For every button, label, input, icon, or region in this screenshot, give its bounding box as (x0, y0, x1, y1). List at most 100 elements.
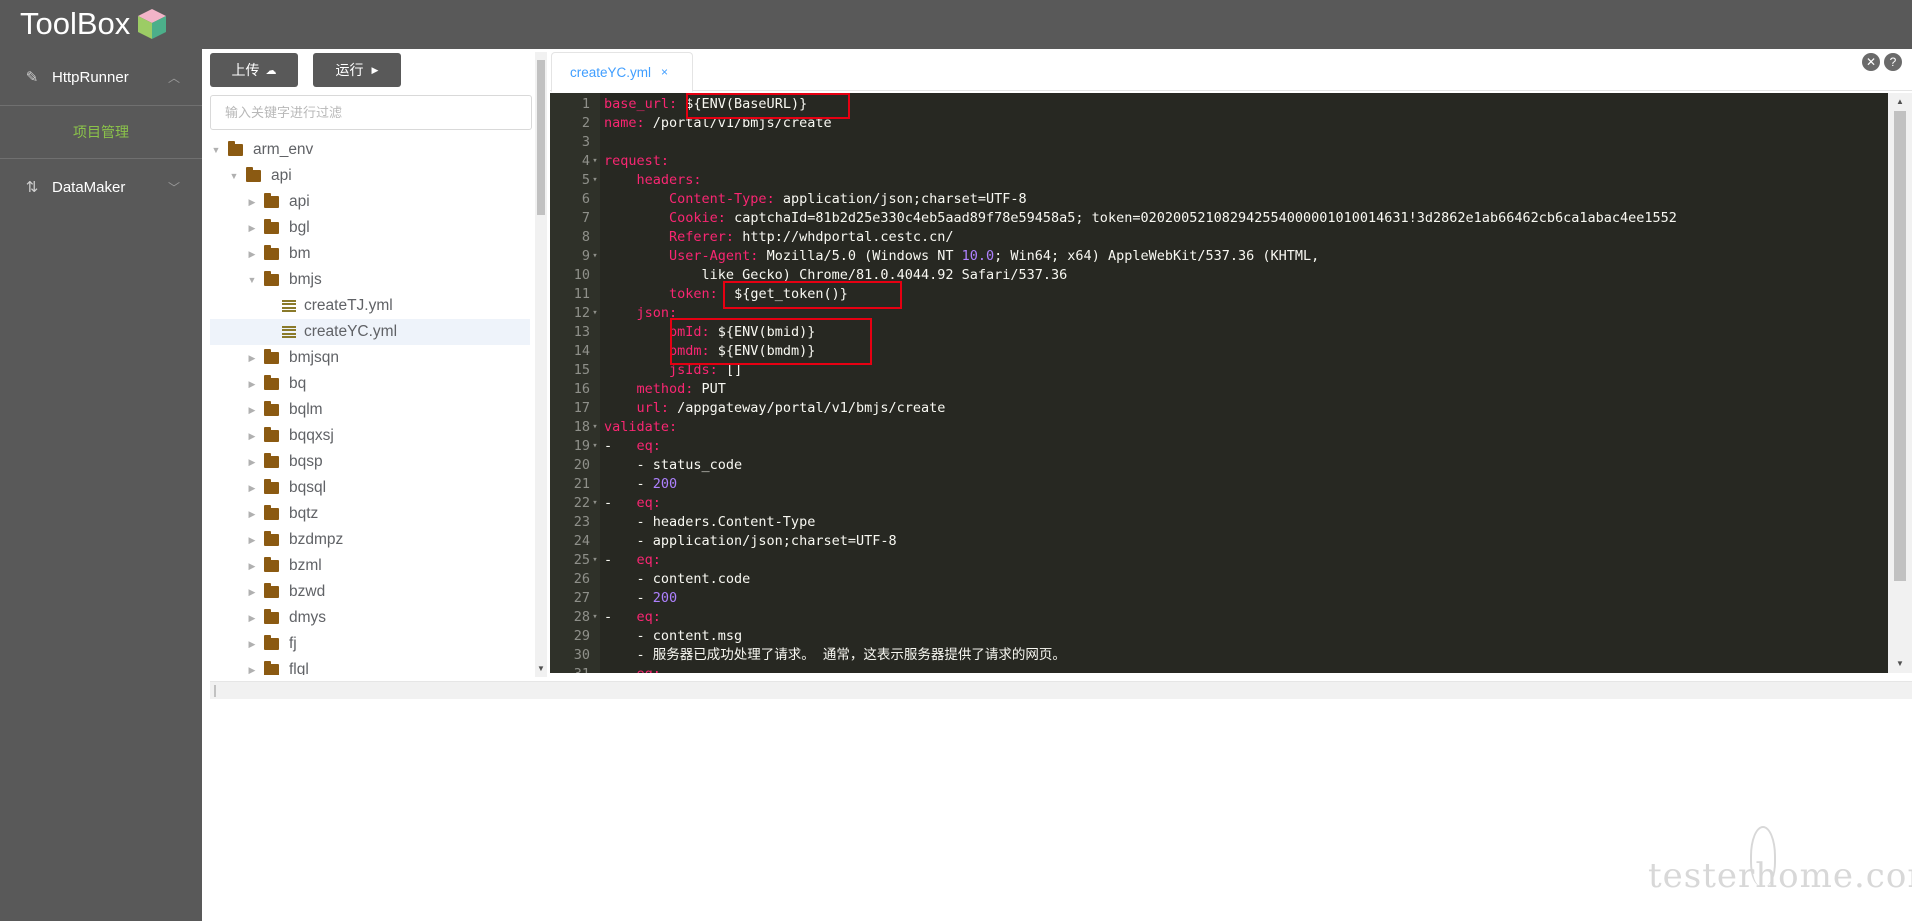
fold-toggle-icon[interactable] (590, 456, 600, 475)
fold-toggle-icon[interactable] (590, 190, 600, 209)
tree-folder-item[interactable]: ▶ dmys (210, 605, 530, 631)
horizontal-scrollbar[interactable] (210, 681, 1912, 699)
fold-toggle-icon[interactable] (590, 665, 600, 673)
scrollbar-thumb[interactable] (1894, 111, 1906, 581)
caret-right-icon[interactable]: ▶ (246, 561, 258, 572)
fold-toggle-icon[interactable] (590, 399, 600, 418)
close-all-button[interactable]: ✕ (1862, 53, 1880, 71)
scrollbar-thumb[interactable] (214, 685, 216, 697)
scroll-up-icon[interactable]: ▲ (1896, 97, 1904, 106)
caret-right-icon[interactable]: ▶ (246, 483, 258, 494)
fold-toggle-icon[interactable] (590, 285, 600, 304)
code-value (604, 400, 637, 416)
filter-input[interactable] (210, 95, 532, 130)
caret-right-icon[interactable]: ▶ (246, 379, 258, 390)
fold-toggle-icon[interactable]: ▾ (590, 304, 600, 323)
help-button[interactable]: ? (1884, 53, 1902, 71)
caret-right-icon[interactable]: ▶ (246, 665, 258, 676)
sidebar-item-httprunner[interactable]: ✎ HttpRunner ︿ (0, 49, 202, 105)
fold-toggle-icon[interactable]: ▾ (590, 551, 600, 570)
fold-toggle-icon[interactable]: ▾ (590, 171, 600, 190)
fold-toggle-icon[interactable] (590, 627, 600, 646)
caret-right-icon[interactable]: ▶ (246, 431, 258, 442)
caret-right-icon[interactable]: ▶ (246, 535, 258, 546)
fold-toggle-icon[interactable] (590, 266, 600, 285)
line-number: 20 (573, 457, 590, 473)
fold-toggle-icon[interactable]: ▾ (590, 247, 600, 266)
caret-right-icon[interactable]: ▶ (246, 639, 258, 650)
tree-item-label: bzdmpz (289, 531, 344, 548)
fold-toggle-icon[interactable] (590, 209, 600, 228)
caret-down-icon[interactable]: ▼ (246, 275, 258, 285)
close-tab-icon[interactable]: × (661, 65, 668, 79)
fold-toggle-icon[interactable] (590, 475, 600, 494)
tree-item-label: bqqxsj (289, 427, 334, 444)
tree-folder-item[interactable]: ▶ api (210, 189, 530, 215)
caret-right-icon[interactable]: ▶ (246, 587, 258, 598)
caret-right-icon[interactable]: ▶ (246, 405, 258, 416)
tree-folder-item[interactable]: ▶ bqtz (210, 501, 530, 527)
tree-folder-item[interactable]: ▶ bm (210, 241, 530, 267)
fold-toggle-icon[interactable] (590, 513, 600, 532)
fold-toggle-icon[interactable] (590, 133, 600, 152)
code-value: - (604, 552, 637, 568)
tree-scrollbar[interactable]: ▼ (535, 52, 547, 677)
caret-down-icon[interactable]: ▼ (228, 171, 240, 181)
scrollbar-thumb[interactable] (537, 60, 545, 215)
caret-right-icon[interactable]: ▶ (246, 223, 258, 234)
tree-folder-item[interactable]: ▶ bzwd (210, 579, 530, 605)
tab-createyc-yml[interactable]: createYC.yml × (551, 52, 693, 92)
scroll-down-icon[interactable]: ▼ (537, 664, 545, 673)
tree-folder-item[interactable]: ▶ flgl (210, 657, 530, 675)
code-editor[interactable]: 1 base_url: ${ENV(BaseURL)} 2 name: /portal… (550, 93, 1912, 673)
caret-right-icon[interactable]: ▶ (246, 249, 258, 260)
fold-toggle-icon[interactable] (590, 589, 600, 608)
caret-right-icon[interactable]: ▶ (246, 353, 258, 364)
caret-right-icon[interactable]: ▶ (246, 509, 258, 520)
editor-scrollbar[interactable]: ▲ ▼ (1888, 93, 1912, 673)
tree-file-item[interactable]: createTJ.yml (210, 293, 530, 319)
caret-right-icon[interactable]: ▶ (246, 613, 258, 624)
tree-folder-item[interactable]: ▶ bq (210, 371, 530, 397)
tree-folder-item[interactable]: ▶ bqsql (210, 475, 530, 501)
upload-button[interactable]: 上传 ☁ (210, 53, 298, 87)
tree-folder-item[interactable]: ▶ bmjsqn (210, 345, 530, 371)
fold-toggle-icon[interactable] (590, 228, 600, 247)
tree-folder-item[interactable]: ▶ fj (210, 631, 530, 657)
scroll-down-icon[interactable]: ▼ (1896, 659, 1904, 668)
fold-toggle-icon[interactable] (590, 532, 600, 551)
fold-toggle-icon[interactable] (590, 570, 600, 589)
code-text: method: PUT (600, 380, 726, 399)
fold-toggle-icon[interactable] (590, 361, 600, 380)
tree-folder-item[interactable]: ▼ arm_env (210, 137, 530, 163)
run-button[interactable]: 运行 ▶ (313, 53, 401, 87)
fold-toggle-icon[interactable]: ▾ (590, 418, 600, 437)
fold-toggle-icon[interactable] (590, 323, 600, 342)
tree-folder-item[interactable]: ▶ bqlm (210, 397, 530, 423)
tree-folder-item[interactable]: ▼ bmjs (210, 267, 530, 293)
fold-toggle-icon[interactable] (590, 646, 600, 665)
caret-right-icon[interactable]: ▶ (246, 197, 258, 208)
line-number: 10 (573, 267, 590, 283)
caret-right-icon[interactable]: ▶ (246, 457, 258, 468)
tree-file-item[interactable]: createYC.yml (210, 319, 530, 345)
tree-folder-item[interactable]: ▶ bgl (210, 215, 530, 241)
tree-folder-item[interactable]: ▶ bzdmpz (210, 527, 530, 553)
fold-toggle-icon[interactable] (590, 95, 600, 114)
cloud-upload-icon: ☁ (265, 64, 277, 77)
code-text: request: (600, 152, 669, 171)
tree-folder-item[interactable]: ▶ bqqxsj (210, 423, 530, 449)
sidebar-subitem-project-management[interactable]: 项目管理 (0, 106, 202, 158)
caret-down-icon[interactable]: ▼ (210, 145, 222, 155)
fold-toggle-icon[interactable]: ▾ (590, 152, 600, 171)
sidebar-item-datamaker[interactable]: ⇅ DataMaker ﹀ (0, 159, 202, 215)
fold-toggle-icon[interactable]: ▾ (590, 494, 600, 513)
fold-toggle-icon[interactable]: ▾ (590, 608, 600, 627)
tree-folder-item[interactable]: ▼ api (210, 163, 530, 189)
tree-folder-item[interactable]: ▶ bqsp (210, 449, 530, 475)
fold-toggle-icon[interactable] (590, 114, 600, 133)
fold-toggle-icon[interactable] (590, 342, 600, 361)
fold-toggle-icon[interactable] (590, 380, 600, 399)
fold-toggle-icon[interactable]: ▾ (590, 437, 600, 456)
tree-folder-item[interactable]: ▶ bzml (210, 553, 530, 579)
